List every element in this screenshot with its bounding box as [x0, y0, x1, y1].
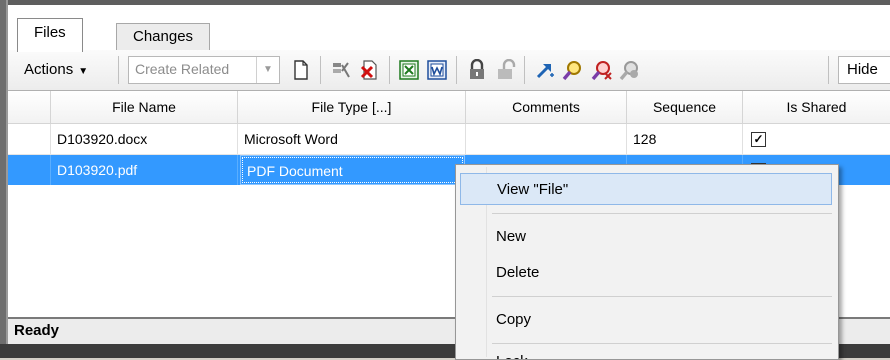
tab-files-label: Files — [34, 24, 66, 41]
menu-item-new[interactable]: New — [460, 221, 832, 253]
menu-item-view-file[interactable]: View "File" — [460, 173, 832, 205]
toolbar-separator — [456, 56, 457, 84]
cell-file-name[interactable]: D103920.docx — [51, 124, 238, 154]
hide-label: Hide — [847, 61, 878, 78]
toolbar: Actions ▼ Create Related ▼ Hide — [8, 50, 890, 91]
toolbar-separator — [320, 56, 321, 84]
toolbar-separator — [118, 56, 119, 84]
row-selector[interactable] — [8, 124, 51, 154]
column-header-sequence[interactable]: Sequence — [627, 91, 743, 123]
context-menu: View "File" New Delete Copy Lock — [455, 164, 839, 360]
tab-bar: Files Changes — [8, 5, 890, 52]
menu-separator — [492, 343, 832, 344]
caret-down-icon: ▼ — [78, 66, 89, 77]
hide-dropdown[interactable]: Hide — [838, 56, 890, 84]
cell-file-type[interactable]: Microsoft Word — [238, 124, 466, 154]
excel-export-icon[interactable] — [398, 59, 420, 81]
menu-item-copy[interactable]: Copy — [460, 304, 832, 336]
cell-comments[interactable] — [466, 124, 627, 154]
is-shared-checkbox[interactable]: ✓ — [751, 132, 766, 147]
new-file-icon[interactable] — [290, 59, 312, 81]
toolbar-separator — [524, 56, 525, 84]
cell-sequence[interactable]: 128 — [627, 124, 743, 154]
tab-changes-label: Changes — [133, 28, 194, 45]
tab-files[interactable]: Files — [17, 18, 83, 52]
row-selector[interactable] — [8, 155, 51, 185]
clear-search-icon[interactable] — [619, 59, 641, 81]
unlock-icon[interactable] — [494, 59, 516, 81]
create-related-dropdown[interactable]: Create Related ▼ — [128, 56, 280, 84]
column-header-file-name[interactable]: File Name — [51, 91, 238, 123]
files-window: Files Changes Actions ▼ Create Related ▼ — [0, 0, 890, 360]
actions-menu-button[interactable]: Actions ▼ — [24, 58, 88, 82]
menu-separator — [492, 213, 832, 214]
column-header-comments[interactable]: Comments — [466, 91, 627, 123]
status-text: Ready — [14, 322, 60, 339]
cell-file-name[interactable]: D103920.pdf — [51, 155, 238, 185]
cell-is-shared[interactable]: ✓ — [743, 124, 890, 154]
delete-icon[interactable] — [358, 59, 380, 81]
table-row[interactable]: D103920.docx Microsoft Word 128 ✓ — [8, 124, 890, 155]
chevron-down-icon[interactable]: ▼ — [256, 57, 279, 83]
word-export-icon[interactable] — [426, 59, 448, 81]
menu-separator — [492, 296, 832, 297]
menu-item-delete[interactable]: Delete — [460, 257, 832, 289]
actions-label: Actions — [24, 61, 74, 78]
search-icon[interactable] — [562, 59, 584, 81]
toolbar-separator — [828, 56, 829, 84]
cell-file-type[interactable]: PDF Document — [240, 155, 465, 185]
grid-header: File Name File Type [...] Comments Seque… — [8, 91, 890, 124]
tab-changes[interactable]: Changes — [116, 23, 211, 51]
find-related-icon[interactable] — [591, 59, 613, 81]
lock-icon[interactable] — [466, 59, 488, 81]
row-selector-header — [8, 91, 51, 123]
column-header-is-shared[interactable]: Is Shared — [743, 91, 890, 123]
cut-icon[interactable] — [330, 59, 352, 81]
create-related-label: Create Related — [135, 61, 230, 77]
toolbar-separator — [389, 56, 390, 84]
column-header-file-type[interactable]: File Type [...] — [238, 91, 466, 123]
promote-icon[interactable] — [534, 59, 556, 81]
